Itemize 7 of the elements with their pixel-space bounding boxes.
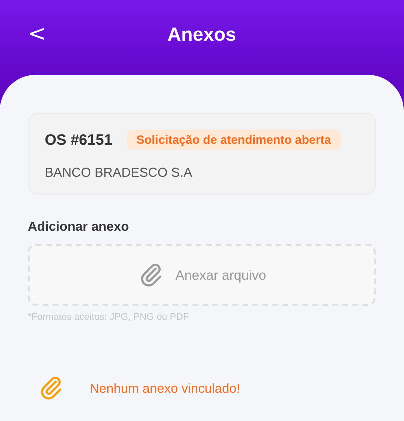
back-button[interactable]: < [24, 22, 50, 48]
order-number: OS #6151 [45, 132, 113, 148]
page-title: Anexos [168, 24, 236, 46]
status-badge: Solicitação de atendimento aberta [126, 130, 342, 150]
client-name: BANCO BRADESCO S.A [45, 165, 194, 180]
section-label: Adicionar anexo [28, 219, 130, 234]
empty-message: Nenhum anexo vinculado! [90, 380, 240, 396]
